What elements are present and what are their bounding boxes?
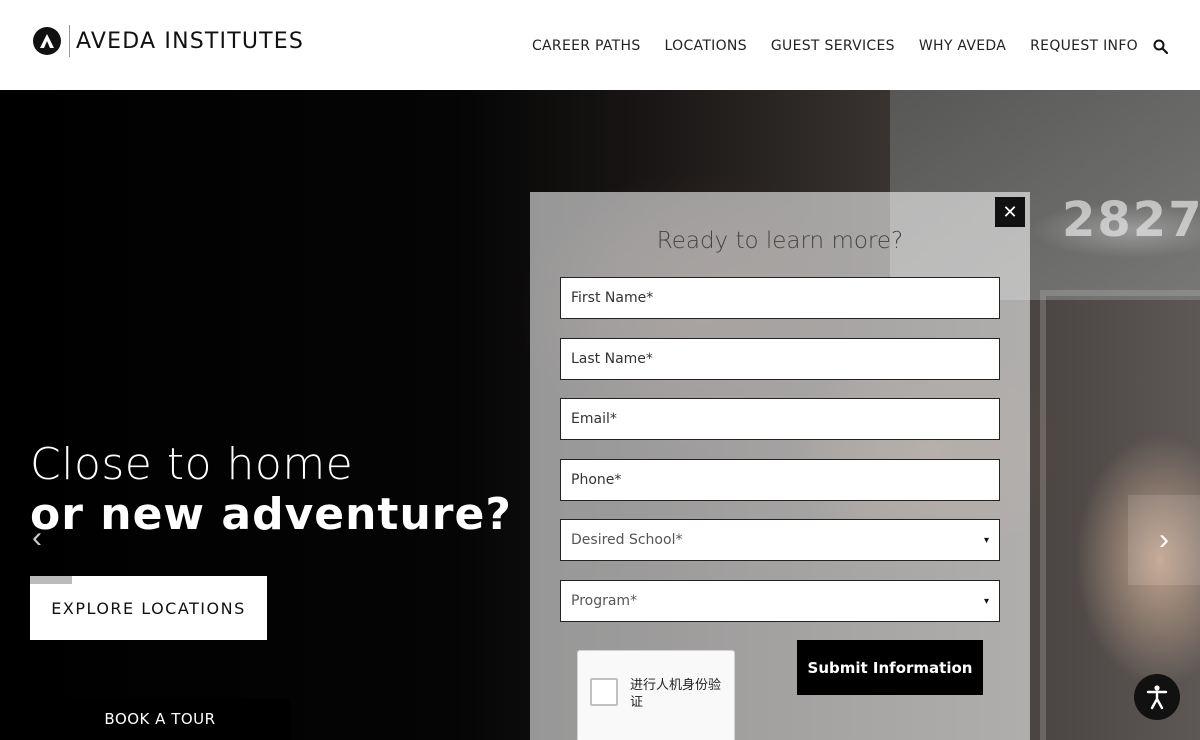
book-tour-button[interactable]: BOOK A TOUR	[30, 698, 290, 740]
chevron-down-icon: ▾	[983, 534, 989, 546]
carousel-indicator[interactable]	[30, 576, 72, 584]
program-placeholder: Program*	[571, 593, 638, 609]
accessibility-icon[interactable]	[1134, 674, 1180, 720]
aveda-logo-icon	[33, 27, 61, 55]
hero-building-number: 28272	[1062, 192, 1200, 248]
site-header: AVEDA INSTITUTES CAREER PATHS LOCATIONS …	[0, 0, 1200, 90]
recaptcha-widget: 进行人机身份验证	[577, 650, 735, 740]
hero-headline: Close to home or new adventure?	[30, 440, 512, 540]
form-title: Ready to learn more?	[656, 228, 904, 254]
phone-field[interactable]: Phone*	[560, 459, 1000, 501]
logo[interactable]: AVEDA INSTITUTES	[33, 25, 304, 57]
desired-school-placeholder: Desired School*	[571, 532, 683, 548]
hero-headline-line1: Close to home	[30, 439, 354, 490]
main-nav: CAREER PATHS LOCATIONS GUEST SERVICES WH…	[508, 36, 1200, 56]
nav-guest-services[interactable]: GUEST SERVICES	[771, 38, 895, 54]
program-select[interactable]: Program* ▾	[560, 580, 1000, 622]
hero-headline-line2: or new adventure?	[30, 489, 512, 540]
nav-locations[interactable]: LOCATIONS	[665, 38, 747, 54]
explore-locations-button[interactable]: EXPLORE LOCATIONS	[30, 576, 267, 640]
request-info-form: ✕ Ready to learn more? First Name* Last …	[530, 192, 1030, 740]
email-field[interactable]: Email*	[560, 398, 1000, 440]
nav-request-info[interactable]: REQUEST INFO	[1030, 38, 1138, 54]
close-form-button[interactable]: ✕	[995, 197, 1025, 227]
nav-why-aveda[interactable]: WHY AVEDA	[919, 38, 1006, 54]
carousel-prev-button[interactable]: ‹	[22, 518, 52, 558]
hero-banner: 28272 Close to home or new adventure? ‹ …	[0, 90, 1200, 740]
chevron-down-icon: ▾	[983, 595, 989, 607]
first-name-field[interactable]: First Name*	[560, 277, 1000, 319]
logo-text: AVEDA INSTITUTES	[76, 28, 305, 54]
nav-career-paths[interactable]: CAREER PATHS	[532, 38, 641, 54]
submit-information-button[interactable]: Submit Information	[797, 640, 983, 695]
recaptcha-checkbox[interactable]	[590, 678, 618, 706]
last-name-field[interactable]: Last Name*	[560, 338, 1000, 380]
logo-divider	[69, 25, 70, 57]
recaptcha-label: 进行人机身份验证	[630, 678, 722, 710]
carousel-next-button[interactable]: ›	[1128, 495, 1200, 585]
desired-school-select[interactable]: Desired School* ▾	[560, 519, 1000, 561]
search-icon[interactable]	[1152, 38, 1168, 54]
